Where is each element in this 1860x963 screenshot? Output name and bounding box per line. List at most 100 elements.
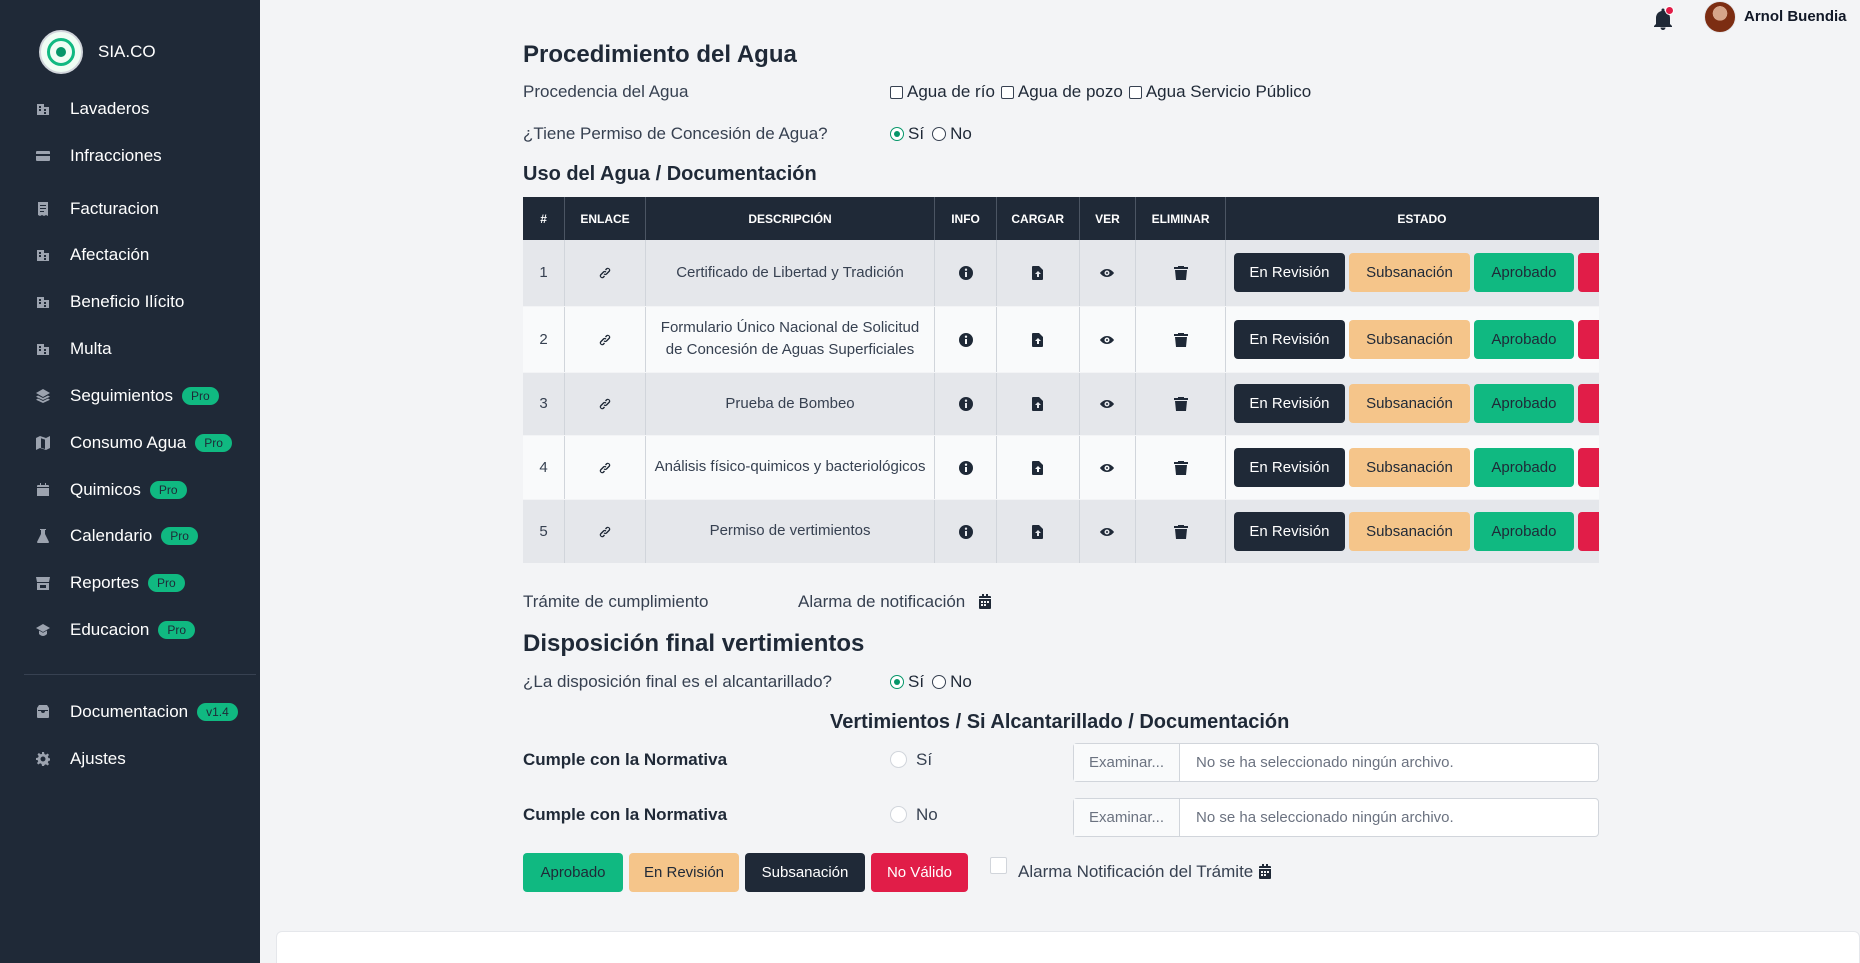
- eye-icon[interactable]: [1100, 266, 1115, 280]
- upload-file-icon[interactable]: [1031, 332, 1045, 347]
- en-revision-button[interactable]: En Revisión: [1233, 511, 1345, 551]
- file-input[interactable]: Examinar... No se ha seleccionado ningún…: [1073, 743, 1599, 782]
- aprobado-button[interactable]: Aprobado: [1473, 384, 1574, 423]
- subsanacion-button[interactable]: Subsanación: [1348, 447, 1470, 487]
- eye-icon[interactable]: [1100, 397, 1115, 411]
- sidebar-item-educacion[interactable]: Educacion Pro: [36, 616, 196, 644]
- normativa-option-si[interactable]: Sí: [890, 750, 932, 770]
- radio[interactable]: [932, 675, 947, 689]
- permiso-yes[interactable]: Sí: [890, 124, 924, 144]
- eye-icon[interactable]: [1100, 461, 1115, 475]
- radio[interactable]: [932, 127, 947, 141]
- sidebar-item-reportes[interactable]: Reportes Pro: [36, 569, 185, 597]
- trash-icon[interactable]: [1173, 397, 1188, 412]
- aprobado-button[interactable]: Aprobado: [1473, 319, 1574, 359]
- normativa-option-no[interactable]: No: [890, 805, 938, 825]
- sidebar-item-beneficio-il-cito[interactable]: Beneficio Ilícito: [36, 288, 184, 316]
- sidebar-item-label: Educacion: [70, 620, 150, 639]
- sidebar-item-afectaci-n[interactable]: Afectación: [36, 241, 149, 269]
- notification-bell-icon[interactable]: [1653, 6, 1674, 30]
- alarma-tramite[interactable]: Alarma Notificación del Trámite: [1018, 862, 1272, 882]
- eye-icon[interactable]: [1100, 525, 1115, 539]
- radio[interactable]: [890, 806, 907, 823]
- no-valido-button[interactable]: [1577, 253, 1599, 293]
- cell-enlace: [564, 240, 646, 307]
- header-eliminar: ELIMINAR: [1135, 197, 1226, 240]
- checkbox[interactable]: [990, 857, 1007, 874]
- aprobado-button[interactable]: Aprobado: [1473, 511, 1574, 551]
- en-revision-button[interactable]: En Revisión: [629, 853, 739, 892]
- subsanacion-button[interactable]: Subsanación: [745, 853, 865, 892]
- en-revision-button[interactable]: En Revisión: [1233, 319, 1345, 359]
- calendar-icon[interactable]: [1258, 862, 1272, 881]
- info-icon[interactable]: [958, 266, 973, 281]
- trash-icon[interactable]: [1173, 524, 1188, 539]
- browse-button[interactable]: Examinar...: [1074, 744, 1180, 781]
- browse-button[interactable]: Examinar...: [1074, 799, 1180, 836]
- sidebar-item-ajustes[interactable]: Ajustes: [36, 745, 126, 773]
- info-icon[interactable]: [958, 332, 973, 347]
- avatar[interactable]: [1704, 1, 1736, 33]
- radio-checked[interactable]: [890, 675, 904, 689]
- no-valido-button[interactable]: [1577, 511, 1599, 551]
- aprobado-button[interactable]: Aprobado: [1473, 253, 1574, 293]
- option-agua-pozo[interactable]: Agua de pozo: [1000, 82, 1123, 102]
- trash-icon[interactable]: [1173, 460, 1188, 475]
- calendar-icon[interactable]: [978, 592, 992, 611]
- disposicion-yes[interactable]: Sí: [890, 672, 924, 692]
- subsanacion-button[interactable]: Subsanación: [1348, 253, 1470, 293]
- disposicion-no[interactable]: No: [932, 672, 972, 692]
- sidebar-item-quimicos[interactable]: Quimicos Pro: [36, 476, 187, 504]
- permiso-no[interactable]: No: [932, 124, 972, 144]
- aprobado-button[interactable]: Aprobado: [1473, 447, 1574, 487]
- en-revision-button[interactable]: En Revisión: [1233, 447, 1345, 487]
- en-revision-button[interactable]: En Revisión: [1233, 384, 1345, 423]
- sidebar-item-infracciones[interactable]: Infracciones: [36, 142, 162, 170]
- aprobado-button[interactable]: Aprobado: [523, 853, 623, 892]
- no-valido-button[interactable]: No Válido: [871, 853, 968, 892]
- no-valido-button[interactable]: [1577, 384, 1599, 423]
- subsanacion-button[interactable]: Subsanación: [1348, 319, 1470, 359]
- no-valido-button[interactable]: [1577, 447, 1599, 487]
- info-icon[interactable]: [958, 460, 973, 475]
- alarma-checkbox[interactable]: [990, 857, 1011, 878]
- checkbox[interactable]: [1000, 85, 1014, 99]
- file-input[interactable]: Examinar... No se ha seleccionado ningún…: [1073, 798, 1599, 837]
- trash-icon[interactable]: [1173, 266, 1188, 281]
- upload-file-icon[interactable]: [1031, 266, 1045, 281]
- en-revision-button[interactable]: En Revisión: [1233, 253, 1345, 293]
- checkbox[interactable]: [1128, 85, 1142, 99]
- checkbox[interactable]: [890, 85, 903, 99]
- upload-file-icon[interactable]: [1031, 397, 1045, 412]
- eye-icon[interactable]: [1100, 333, 1115, 347]
- subsanacion-button[interactable]: Subsanación: [1348, 384, 1470, 423]
- sidebar-item-documentacion[interactable]: Documentacion v1.4: [36, 698, 238, 726]
- no-valido-button[interactable]: [1577, 319, 1599, 359]
- cell-cargar: [996, 372, 1080, 436]
- sidebar-item-lavaderos[interactable]: Lavaderos: [36, 95, 149, 123]
- sidebar-item-calendario[interactable]: Calendario Pro: [36, 522, 198, 550]
- upload-file-icon[interactable]: [1031, 460, 1045, 475]
- sidebar-item-seguimientos[interactable]: Seguimientos Pro: [36, 382, 219, 410]
- sidebar-item-facturacion[interactable]: Facturacion: [36, 195, 159, 223]
- radio[interactable]: [890, 751, 907, 768]
- option-agua-servicio-publico[interactable]: Agua Servicio Público: [1128, 82, 1311, 102]
- link-icon[interactable]: [598, 461, 612, 475]
- info-icon[interactable]: [958, 397, 973, 412]
- sidebar-item-consumo-agua[interactable]: Consumo Agua Pro: [36, 429, 232, 457]
- subsanacion-button[interactable]: Subsanación: [1348, 511, 1470, 551]
- link-icon[interactable]: [598, 397, 612, 411]
- link-icon[interactable]: [598, 333, 612, 347]
- option-agua-rio[interactable]: Agua de río: [890, 82, 995, 102]
- cell-ver: [1079, 499, 1137, 563]
- radio-checked[interactable]: [890, 127, 904, 141]
- link-icon[interactable]: [598, 525, 612, 539]
- trash-icon[interactable]: [1173, 332, 1188, 347]
- brand[interactable]: SIA.CO: [0, 0, 260, 76]
- info-icon[interactable]: [958, 524, 973, 539]
- alarma-notificacion[interactable]: Alarma de notificación: [798, 592, 992, 612]
- sidebar-item-multa[interactable]: Multa: [36, 335, 112, 363]
- link-icon[interactable]: [598, 266, 612, 280]
- user-name[interactable]: Arnol Buendia: [1744, 8, 1847, 25]
- upload-file-icon[interactable]: [1031, 524, 1045, 539]
